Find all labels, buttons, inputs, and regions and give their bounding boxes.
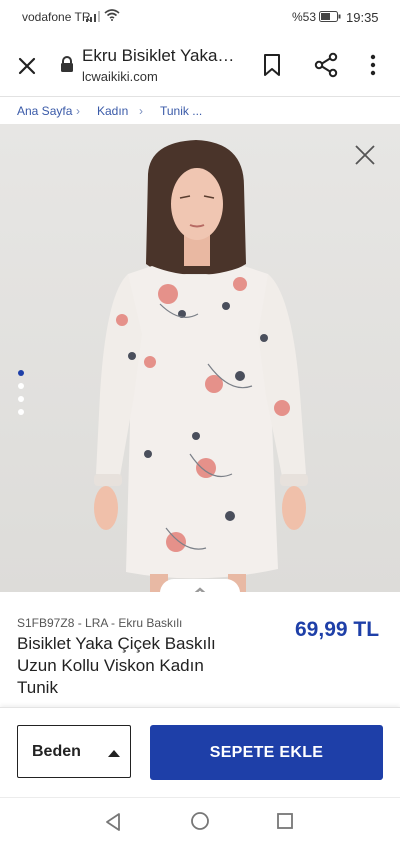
- product-photo: [94, 140, 308, 592]
- share-icon[interactable]: [314, 52, 338, 78]
- close-icon[interactable]: [352, 142, 378, 168]
- home-icon[interactable]: [190, 811, 210, 831]
- product-name: Bisiklet Yaka Çiçek Baskılı Uzun Kollu V…: [17, 634, 216, 697]
- purchase-bar: Beden SEPETE EKLE: [0, 707, 400, 798]
- gallery-pagination: [18, 370, 24, 422]
- breadcrumb-tunic[interactable]: Tunik ...: [160, 104, 202, 118]
- lock-icon: [61, 56, 73, 72]
- recents-icon[interactable]: [276, 812, 294, 830]
- add-to-cart-button[interactable]: SEPETE EKLE: [150, 725, 383, 780]
- bookmark-icon[interactable]: [262, 53, 282, 77]
- more-menu-icon[interactable]: [363, 53, 383, 77]
- chevron-up-icon: [194, 587, 206, 592]
- breadcrumb-separator: ›: [139, 104, 143, 118]
- breadcrumb-home[interactable]: Ana Sayfa: [17, 104, 72, 118]
- wifi-icon: [104, 9, 120, 21]
- size-select-label: Beden: [32, 743, 81, 760]
- product-image[interactable]: [0, 124, 400, 592]
- page-title[interactable]: Ekru Bisiklet Yaka…: [82, 46, 242, 66]
- status-bar: vodafone TR %53 19:35: [0, 0, 400, 34]
- gallery-dot[interactable]: [18, 383, 24, 389]
- carrier-name: vodafone TR: [22, 10, 91, 24]
- signal-icon: [86, 11, 100, 22]
- system-nav-bar: [0, 797, 400, 845]
- close-icon[interactable]: [14, 53, 40, 79]
- breadcrumb: Ana Sayfa › Kadın › Tunik ...: [0, 96, 400, 124]
- caret-up-icon: [108, 750, 120, 757]
- browser-toolbar: Ekru Bisiklet Yaka… lcwaikiki.com: [0, 34, 400, 97]
- gallery-dot[interactable]: [18, 396, 24, 402]
- battery-percent: %53: [292, 10, 317, 24]
- expand-details-handle[interactable]: [160, 579, 240, 592]
- breadcrumb-women[interactable]: Kadın: [97, 104, 128, 118]
- back-icon[interactable]: [104, 812, 122, 832]
- page-url[interactable]: lcwaikiki.com: [82, 69, 158, 84]
- gallery-dot[interactable]: [18, 370, 24, 376]
- clock: 19:35: [346, 10, 379, 25]
- gallery-dot[interactable]: [18, 409, 24, 415]
- size-select[interactable]: Beden: [17, 725, 131, 778]
- battery-icon: [319, 11, 341, 22]
- breadcrumb-separator: ›: [76, 104, 80, 118]
- product-sku: S1FB97Z8 - LRA - Ekru Baskılı: [17, 616, 183, 630]
- product-price: 69,99 TL: [295, 618, 380, 641]
